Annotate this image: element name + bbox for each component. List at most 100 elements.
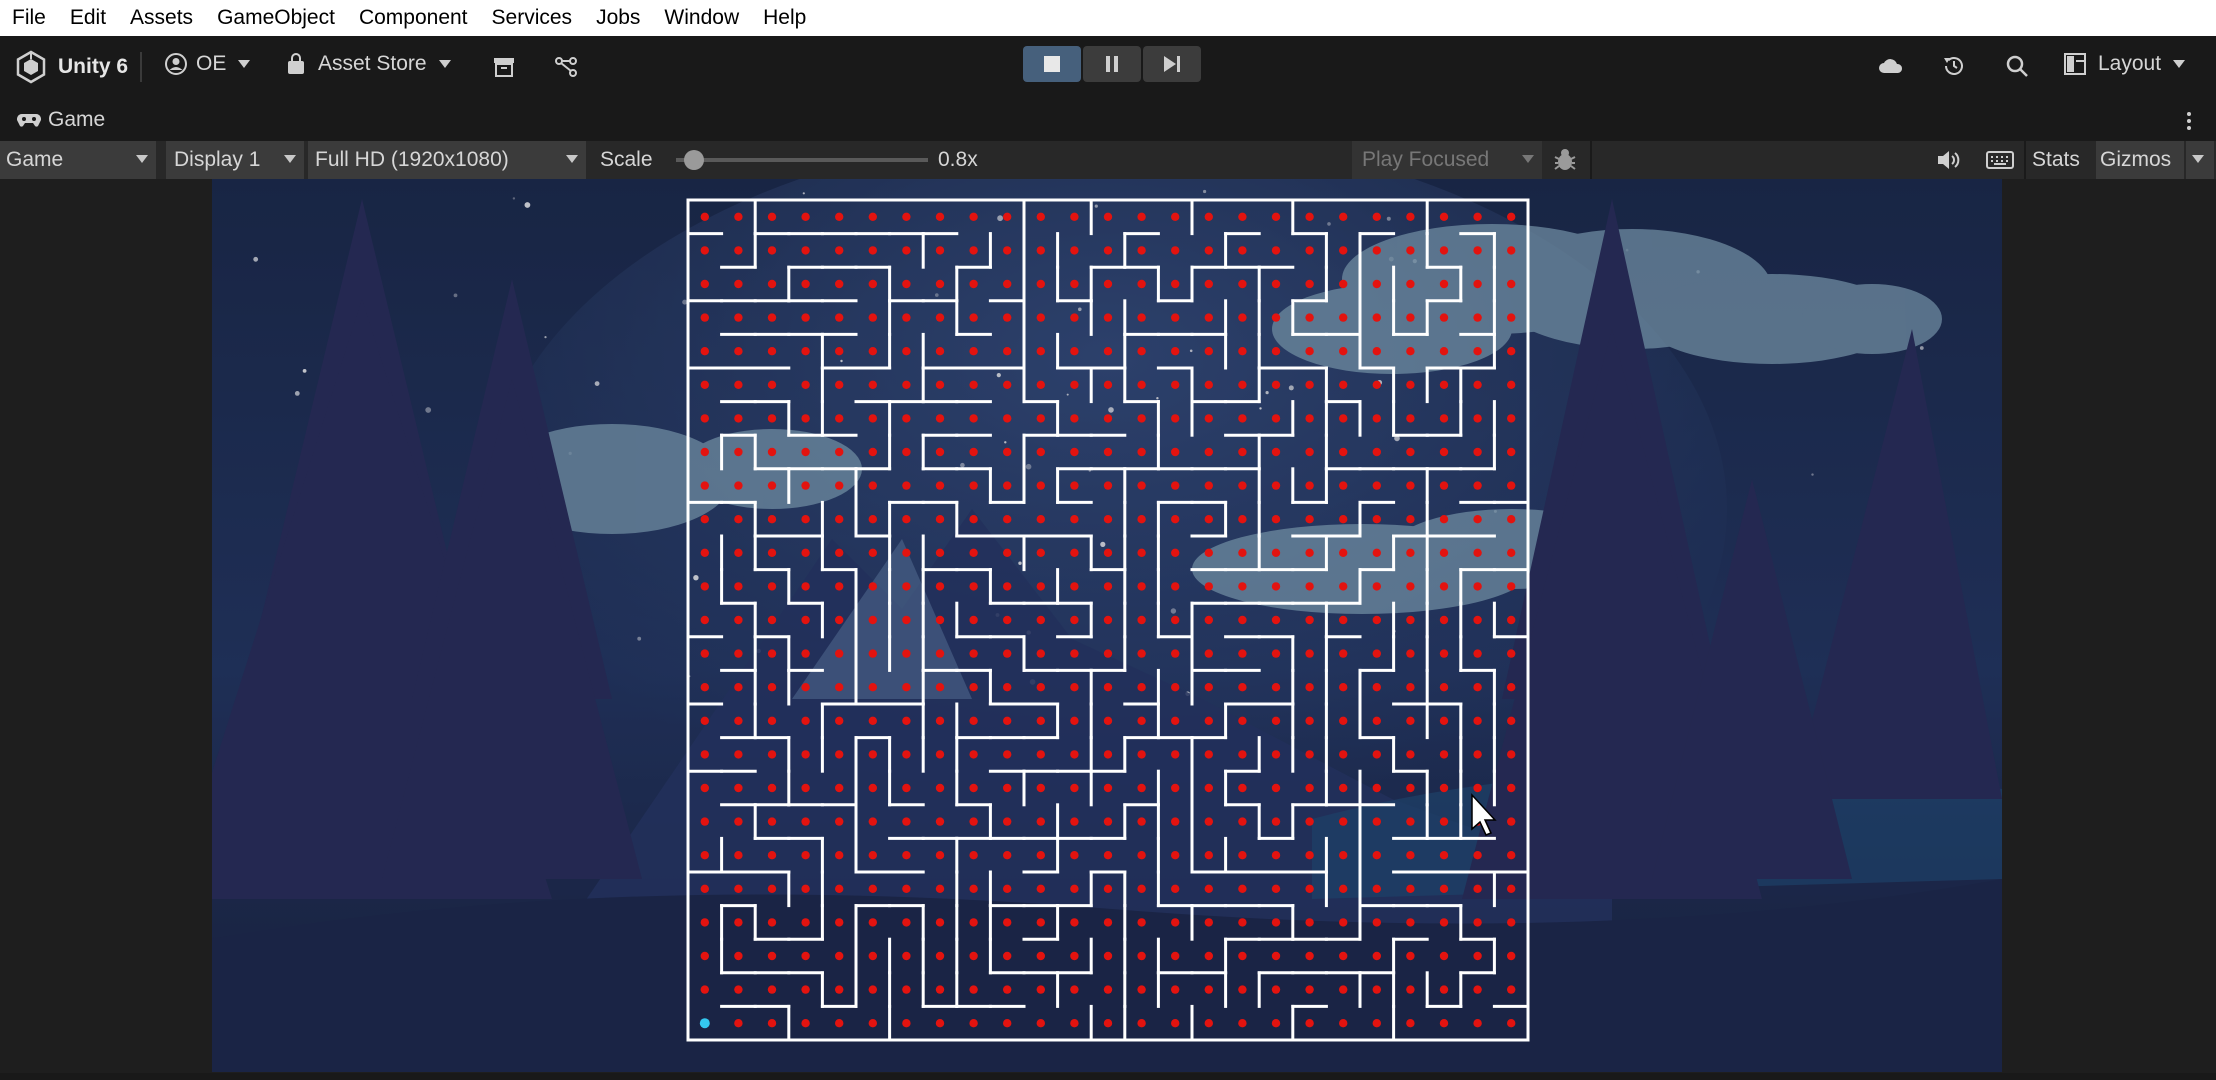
pellet <box>1070 951 1079 961</box>
cloud-button[interactable] <box>1878 56 1904 74</box>
pellet <box>1204 716 1213 725</box>
tab-game[interactable]: Game <box>16 108 105 132</box>
pellet <box>969 212 978 221</box>
pellet <box>1238 212 1247 221</box>
pellet <box>1070 447 1079 457</box>
undo-history-button[interactable] <box>1942 54 1966 78</box>
version-control-button[interactable] <box>554 55 578 79</box>
pellet <box>1339 380 1348 389</box>
pellet <box>767 347 777 356</box>
menu-assets[interactable]: Assets <box>118 0 205 36</box>
pellet <box>1271 279 1281 289</box>
menu-help[interactable]: Help <box>751 0 818 36</box>
pellet <box>734 851 743 860</box>
pellet <box>1070 649 1079 658</box>
pellet <box>1507 750 1516 759</box>
pellet <box>700 582 709 591</box>
pellet <box>734 716 743 725</box>
pellet <box>835 313 844 322</box>
stop-button[interactable] <box>1023 46 1081 82</box>
menu-gameobject[interactable]: GameObject <box>205 0 347 36</box>
pellet <box>1070 212 1079 221</box>
search-button[interactable] <box>2005 54 2029 78</box>
menu-services[interactable]: Services <box>480 0 585 36</box>
pellet <box>835 817 844 826</box>
scale-slider-thumb[interactable] <box>684 150 705 170</box>
chevron-down-icon <box>238 60 251 68</box>
pellet <box>1372 918 1381 927</box>
layout-dropdown[interactable]: Layout <box>2064 52 2186 76</box>
account-dropdown[interactable]: OE <box>164 52 251 76</box>
pellet <box>801 683 810 692</box>
pellet <box>1271 246 1281 255</box>
game-view[interactable] <box>0 179 2216 1080</box>
pellet <box>935 884 945 893</box>
resolution-dropdown[interactable]: Full HD (1920x1080) <box>308 141 588 179</box>
pellet <box>1473 884 1482 893</box>
play-mode-dropdown[interactable]: Play Focused <box>1352 141 1544 179</box>
pellet <box>1171 918 1180 927</box>
pellet <box>1003 347 1012 356</box>
pellet <box>1473 615 1482 625</box>
history-icon <box>1944 57 1963 75</box>
pellet <box>1305 515 1314 524</box>
pellet <box>1305 985 1314 994</box>
pellet <box>835 246 844 255</box>
pellet <box>1137 851 1146 860</box>
pellet <box>868 951 877 961</box>
stats-button[interactable]: Stats <box>2032 141 2080 179</box>
pellet <box>734 447 743 457</box>
pellet <box>835 279 844 289</box>
pellet <box>1305 817 1314 826</box>
pellet <box>935 615 945 625</box>
pellet <box>1406 817 1415 826</box>
pellet <box>1507 951 1516 961</box>
frame-debugger-button[interactable] <box>1552 147 1578 178</box>
pellet <box>700 783 709 793</box>
menu-file[interactable]: File <box>0 0 58 36</box>
pellet <box>801 548 810 557</box>
pellet <box>1171 582 1180 591</box>
menu-window[interactable]: Window <box>652 0 751 36</box>
asset-store-dropdown[interactable]: Asset Store <box>286 52 451 76</box>
unity-home-button[interactable]: Unity 6 <box>14 50 128 84</box>
pellet <box>767 313 777 322</box>
pellet <box>801 884 810 893</box>
pellet <box>1507 515 1516 524</box>
mute-audio-button[interactable] <box>1936 149 1962 176</box>
pellet <box>1406 750 1415 759</box>
pellet <box>969 750 978 759</box>
pellet <box>1137 750 1146 759</box>
step-button[interactable] <box>1143 46 1201 82</box>
package-manager-button[interactable] <box>492 56 516 78</box>
scale-slider[interactable] <box>676 150 928 170</box>
toolbar-divider <box>1590 141 1592 179</box>
keyboard-shortcuts-button[interactable] <box>1986 151 2014 174</box>
display-dropdown[interactable]: Display 1 <box>166 141 306 179</box>
menu-jobs[interactable]: Jobs <box>584 0 652 36</box>
pellet <box>902 548 911 557</box>
pellet <box>1305 313 1314 322</box>
pellet <box>1305 481 1314 490</box>
pellet <box>835 716 844 725</box>
pause-button[interactable] <box>1083 46 1141 82</box>
pellet <box>1137 548 1146 557</box>
gizmos-menu-button[interactable] <box>2184 141 2216 179</box>
game-scene[interactable] <box>212 179 2002 1072</box>
menu-edit[interactable]: Edit <box>58 0 118 36</box>
menu-component[interactable]: Component <box>347 0 480 36</box>
pellet <box>700 246 709 255</box>
tab-menu-button[interactable] <box>2186 110 2192 138</box>
view-mode-dropdown[interactable]: Game <box>0 141 158 179</box>
pellet <box>969 414 978 423</box>
pellet <box>1103 313 1113 322</box>
pellet <box>902 918 911 927</box>
pellet <box>902 582 911 591</box>
pellet <box>1204 447 1213 457</box>
pellet <box>1103 918 1113 927</box>
pellet <box>1238 1019 1247 1028</box>
pellet <box>1003 985 1012 994</box>
pellet <box>1473 1019 1482 1028</box>
pellet <box>1271 951 1281 961</box>
pellet <box>1204 548 1213 557</box>
